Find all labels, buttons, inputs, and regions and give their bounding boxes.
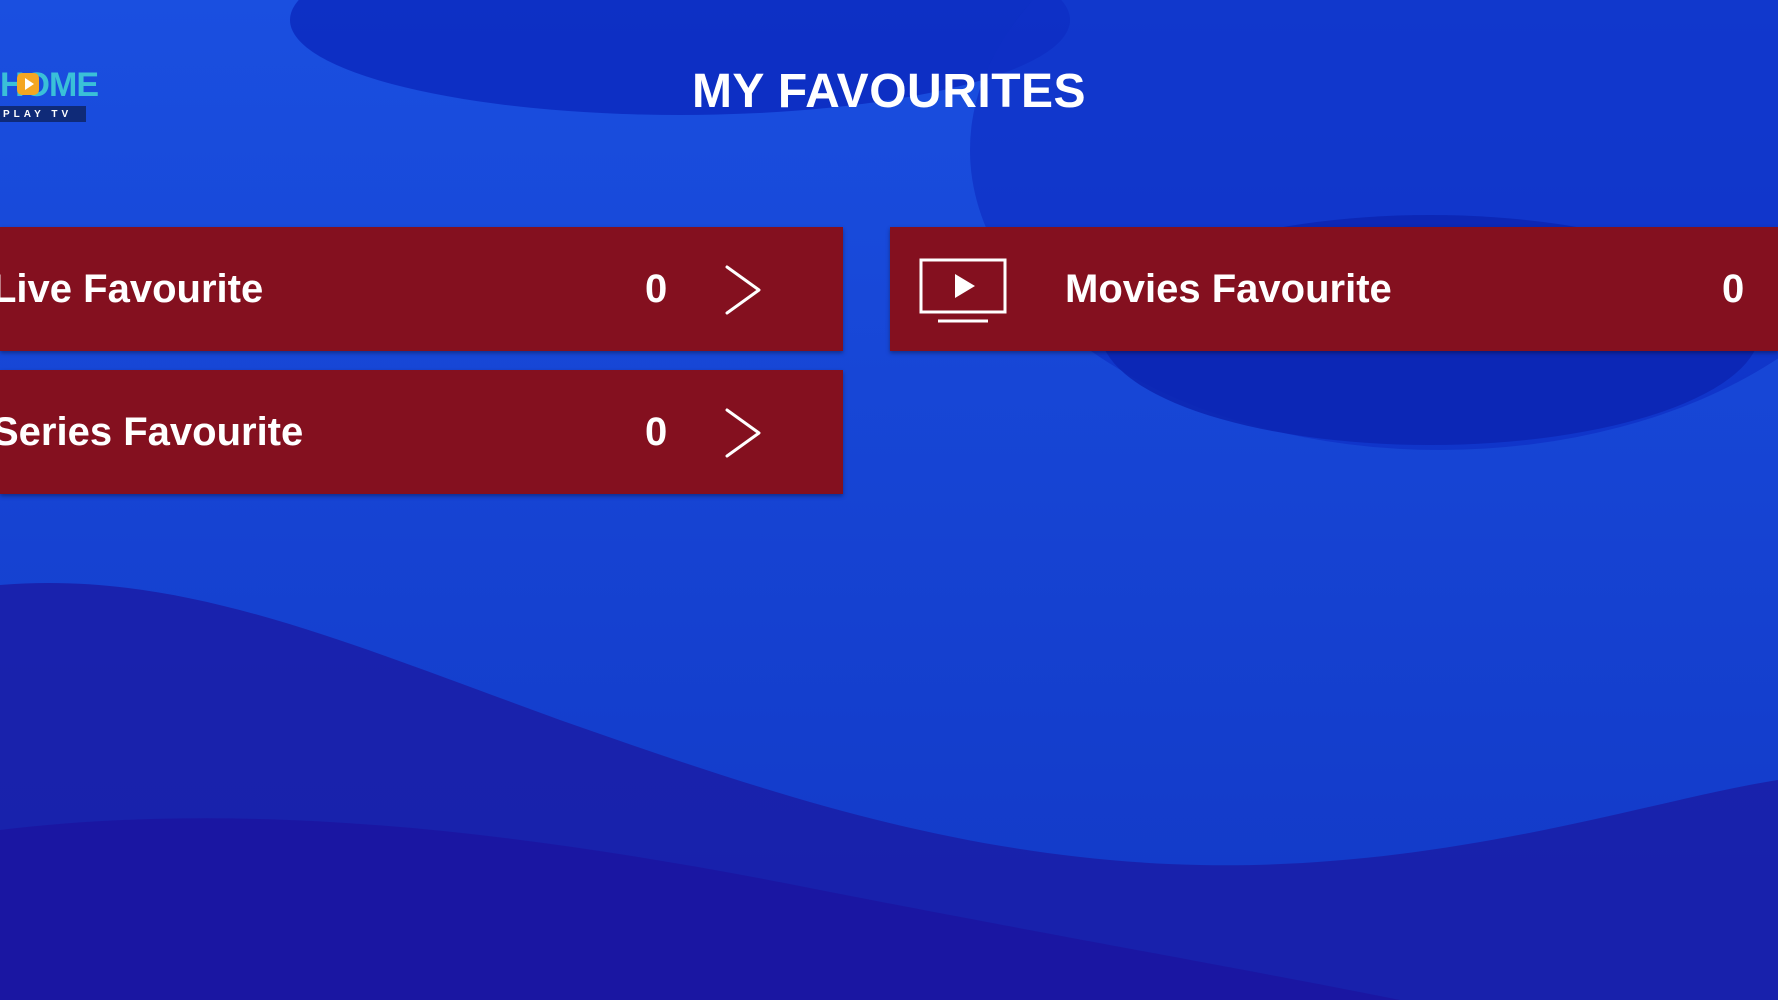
page-title: MY FAVOURITES [691, 65, 1087, 118]
series-favourite-card[interactable]: Series Favourite 0 [0, 370, 843, 494]
live-favourite-count: 0 [645, 266, 668, 311]
live-favourite-label: Live Favourite [0, 266, 264, 311]
series-favourite-count: 0 [645, 409, 668, 454]
chevron-right-icon [725, 265, 761, 315]
chevron-right-icon [725, 408, 761, 458]
movies-favourite-count: 0 [1722, 266, 1745, 311]
series-favourite-label: Series Favourite [0, 409, 304, 454]
movies-favourite-card[interactable]: Movies Favourite 0 [890, 227, 1778, 351]
background-waves [0, 0, 1778, 1000]
movies-favourite-label: Movies Favourite [1065, 266, 1392, 311]
tv-play-icon [919, 258, 1007, 323]
live-favourite-card[interactable]: Live Favourite 0 [0, 227, 843, 351]
